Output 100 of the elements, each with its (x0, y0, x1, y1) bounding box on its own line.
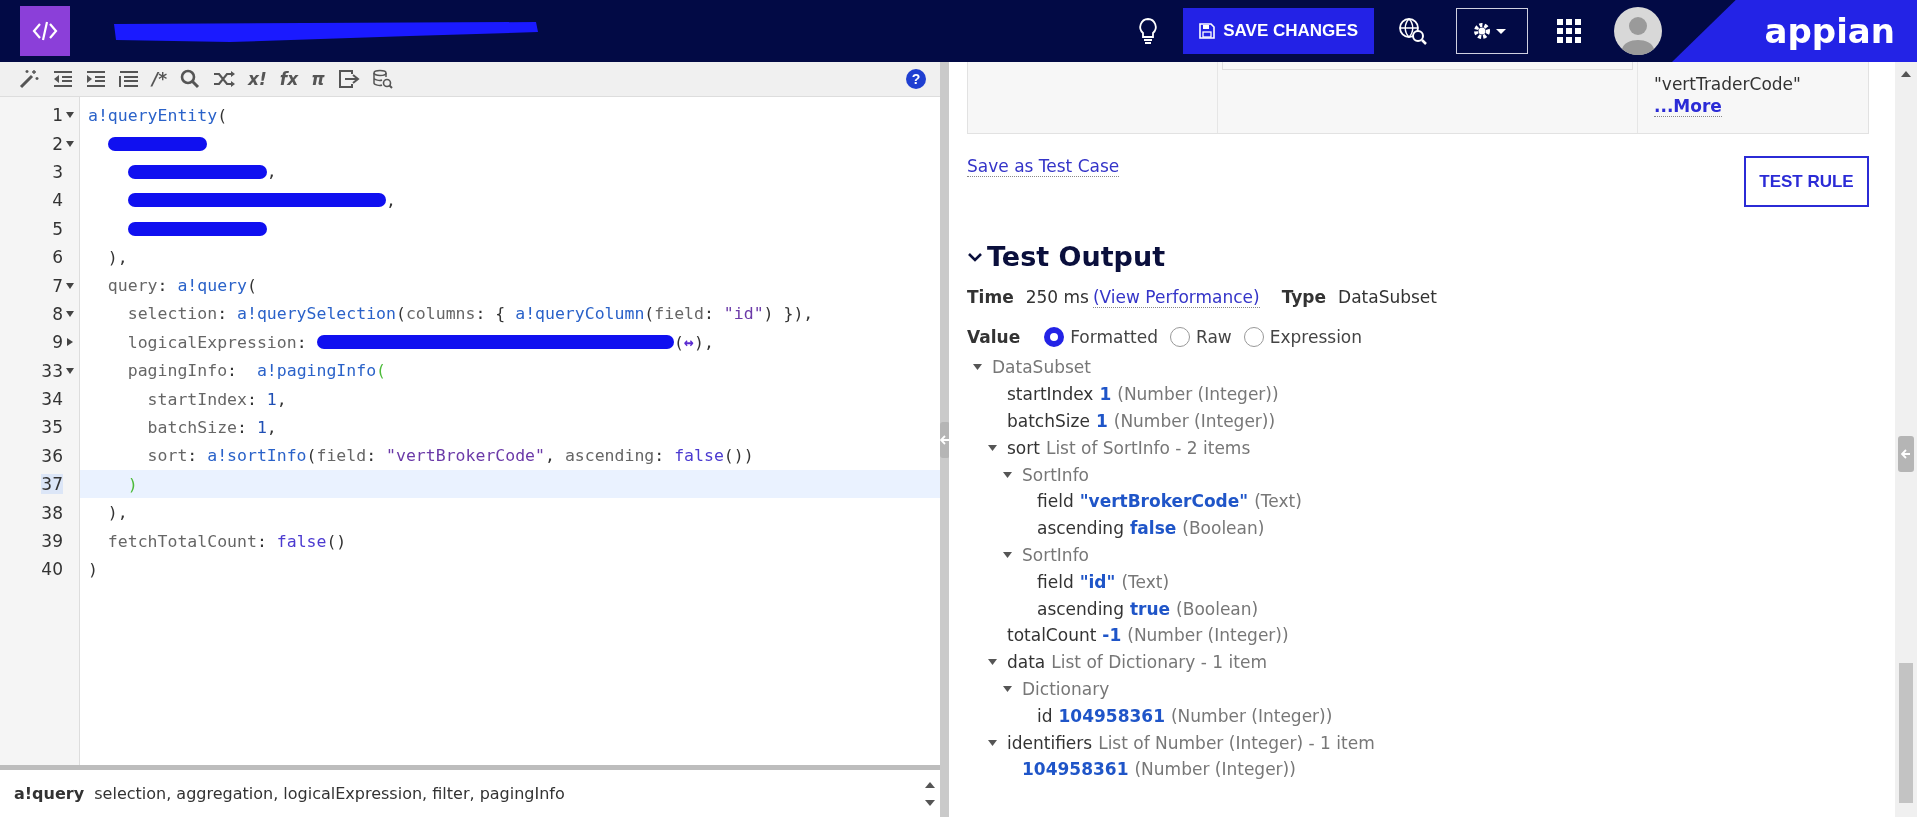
time-value: 250 ms (1025, 287, 1089, 307)
scrollbar-thumb[interactable] (1899, 663, 1913, 803)
caret-down-icon[interactable] (1003, 685, 1012, 692)
line-number: 37 (41, 474, 63, 495)
field-label: Time (967, 287, 1014, 307)
tree-item: sort List of SortInfo - 2 items (1007, 437, 1251, 458)
section-title: Test Output (987, 241, 1166, 272)
format-list-icon[interactable] (119, 70, 139, 88)
view-performance-link[interactable]: (View Performance) (1092, 286, 1260, 308)
toolbar-button[interactable]: π (311, 69, 325, 89)
code-line: selection: a!querySelection(columns: { a!queryColumn(field: "id") }), (126, 304, 814, 324)
code-line: ), (106, 247, 128, 267)
code-icon[interactable] (20, 6, 70, 56)
tree-item: ascending true (Boolean) (1037, 598, 1259, 619)
tree-item: id 104958361 (Number (Integer)) (1037, 705, 1333, 726)
save-changes-button[interactable]: SAVE CHANGES (1183, 8, 1374, 54)
function-hint: a!query selection, aggregation, logicalExpression, filter, pagingInfo (14, 784, 566, 803)
caret-down-icon[interactable] (1003, 551, 1012, 558)
code-line: , (266, 162, 277, 182)
collapse-left-handle[interactable] (940, 421, 950, 458)
scroll-up-icon[interactable] (1900, 70, 1912, 78)
code-line: ), (106, 503, 128, 523)
line-number: 1 (52, 105, 63, 126)
tree-item: startIndex 1 (Number (Integer)) (1007, 384, 1279, 405)
caret-down-icon[interactable] (1003, 471, 1012, 478)
fold-open-icon[interactable] (66, 282, 74, 289)
indent-icon[interactable] (86, 70, 106, 88)
code-line: query: a!query( (106, 276, 257, 296)
line-number: 7 (52, 275, 63, 296)
code-line: pagingInfo: a!pagingInfo( (126, 361, 387, 381)
tree-item: data List of Dictionary - 1 item (1007, 652, 1267, 673)
code-line: batchSize: 1, (146, 418, 277, 437)
line-number: 39 (41, 531, 63, 552)
fold-closed-icon[interactable] (67, 338, 73, 347)
toolbar-button[interactable]: fx (279, 69, 299, 89)
tree-item: SortInfo (1022, 464, 1090, 485)
globe-search-icon[interactable] (1398, 17, 1428, 45)
caret-down-icon[interactable] (988, 659, 997, 666)
caret-down-icon[interactable] (988, 739, 997, 746)
code-line: sort: a!sortInfo(field: "vertBrokerCode", ascending: false()) (146, 446, 754, 466)
line-number: 5 (52, 218, 63, 239)
tree-item: DataSubset (992, 357, 1091, 378)
code-line: startIndex: 1, (146, 389, 287, 409)
chevron-down-icon[interactable] (967, 250, 983, 263)
caret-down-icon[interactable] (973, 364, 982, 371)
toolbar-button[interactable]: x! (248, 69, 267, 89)
tree-item: field "id" (Text) (1037, 571, 1170, 592)
line-number: 3 (52, 161, 63, 182)
line-number: 34 (41, 389, 63, 410)
export-icon[interactable] (337, 69, 360, 89)
tree-item: identifiers List of Number (Integer) - 1 item (1007, 732, 1375, 753)
line-number: 40 (41, 559, 63, 580)
line-number: 8 (52, 303, 63, 324)
save-icon (1199, 23, 1216, 39)
code-line: (↔), (674, 332, 714, 352)
line-number: 36 (41, 445, 63, 466)
code-line: ) (88, 559, 98, 579)
avatar-icon[interactable] (1614, 7, 1662, 55)
test-rule-button[interactable]: TEST RULE (1744, 156, 1869, 207)
tree-item: totalCount -1 (Number (Integer)) (1007, 625, 1289, 646)
toolbar-button[interactable]: /* (152, 69, 168, 89)
caret-down-icon[interactable] (988, 444, 997, 451)
collapse-right-handle[interactable] (1898, 436, 1914, 472)
type-value: DataSubset (1338, 287, 1437, 307)
cell-text: "vertTraderCode" (1654, 73, 1801, 96)
line-number: 33 (41, 360, 63, 381)
save-as-test-case-link[interactable]: Save as Test Case (967, 156, 1120, 177)
brand-logo: appian (1672, 0, 1917, 62)
tree-item: batchSize 1 (Number (Integer)) (1007, 411, 1276, 431)
settings-dropdown[interactable] (1456, 8, 1528, 54)
database-search-icon[interactable] (372, 69, 393, 89)
line-number: 2 (52, 133, 63, 154)
tree-item: SortInfo (1022, 544, 1090, 565)
field-label: Value (967, 327, 1021, 347)
format-radio[interactable]: Formatted (1044, 327, 1158, 347)
field-label: Type (1281, 287, 1327, 307)
fold-open-icon[interactable] (66, 112, 74, 119)
scrollbar[interactable] (1895, 62, 1917, 817)
tree-item: 104958361 (Number (Integer)) (1022, 759, 1296, 780)
help-button[interactable]: ? (906, 69, 926, 89)
outdent-icon[interactable] (53, 70, 73, 88)
lightbulb-icon[interactable] (1137, 17, 1160, 45)
magic-wand-icon[interactable] (18, 69, 40, 89)
search-icon[interactable] (180, 69, 201, 89)
code-line: fetchTotalCount: false() (106, 531, 347, 551)
code-line: , (386, 190, 396, 210)
more-link[interactable]: ...More (1654, 96, 1722, 117)
code-line: logicalExpression: (126, 332, 308, 352)
shuffle-icon[interactable] (213, 70, 236, 88)
code-line: a!queryEntity( (88, 105, 228, 125)
scroll-up-icon[interactable] (924, 780, 936, 789)
app-grid-icon[interactable] (1556, 18, 1582, 44)
format-radio[interactable]: Raw (1170, 327, 1232, 347)
fold-open-icon[interactable] (66, 310, 74, 317)
line-number: 38 (41, 502, 63, 523)
fold-open-icon[interactable] (66, 140, 74, 147)
line-number: 6 (52, 247, 63, 268)
format-radio[interactable]: Expression (1243, 327, 1363, 347)
fold-open-icon[interactable] (66, 367, 74, 374)
scroll-down-icon[interactable] (924, 798, 936, 807)
